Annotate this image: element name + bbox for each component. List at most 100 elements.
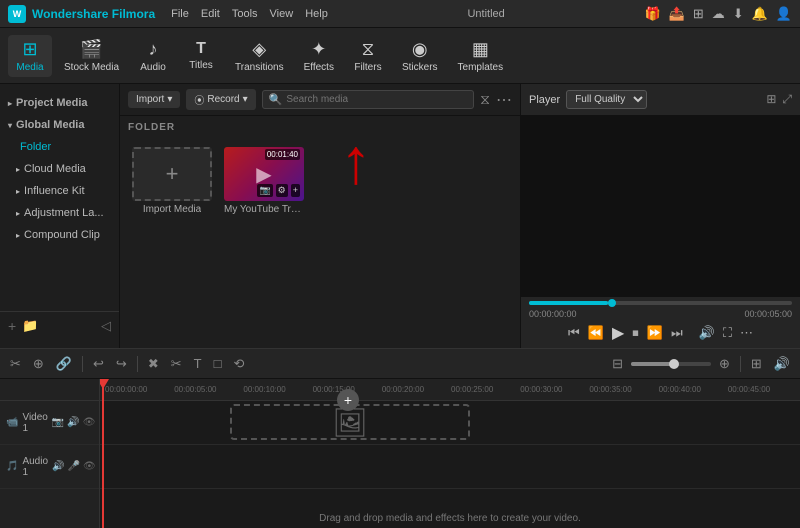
video1-track-icons: 📷 🔊 👁 (52, 417, 96, 428)
ruler-spacer (0, 379, 99, 401)
ruler-1: 00:00:05:00 (173, 385, 242, 394)
titles-icon: T (196, 40, 206, 58)
audio1-eye-icon[interactable]: 👁 (83, 461, 96, 472)
youtube-media-item[interactable]: ▶ 00:01:40 📷 ⚙ + My YouTube Tra... (224, 147, 304, 215)
audio1-mic-icon[interactable]: 🎤 (67, 461, 79, 472)
toolbar-templates[interactable]: ▦ Templates (450, 35, 512, 77)
menu-tools[interactable]: Tools (232, 8, 258, 20)
record-chevron-icon: ▾ (243, 94, 248, 105)
fast-forward-icon[interactable]: ⏩ (647, 325, 663, 341)
skip-back-icon[interactable]: ⏮ (568, 325, 580, 341)
audio-icon: ♪ (149, 39, 158, 60)
tl-grid[interactable]: ⊞ (747, 354, 766, 374)
fullscreen-icon[interactable]: ⤢ (782, 92, 792, 107)
toolbar-transitions[interactable]: ◈ Transitions (227, 35, 292, 77)
audio1-audio-icon[interactable]: 🔊 (52, 461, 64, 472)
tl-delete[interactable]: ✖ (144, 354, 163, 374)
add-folder-icon[interactable]: + (8, 318, 16, 334)
ruler-5: 00:00:25:00 (450, 385, 519, 394)
video1-icon: 📹 (6, 417, 18, 428)
search-box[interactable]: 🔍 (262, 90, 475, 109)
import-media-item[interactable]: + Import Media (132, 147, 212, 215)
video1-eye-icon[interactable]: 👁 (83, 417, 96, 428)
title-center: Untitled (328, 8, 645, 20)
timeline-left-tools: ✂ ⊕ 🔗 ↩ ↪ ✖ ✂ T □ ⟲ (6, 354, 248, 374)
audio1-track-icons: 🔊 🎤 👁 (52, 461, 96, 472)
more-player-icon[interactable]: ⋯ (740, 325, 753, 341)
arrow-icon-influence: ▸ (16, 187, 20, 196)
tl-redo[interactable]: ↪ (112, 354, 131, 374)
toolbar-stickers[interactable]: ◉ Stickers (394, 35, 446, 77)
tl-add-tool[interactable]: ⊕ (29, 354, 48, 374)
arrow-indicator: ↑ (340, 129, 372, 193)
record-button[interactable]: ⦿ Record ▾ (186, 89, 255, 110)
volume-icon[interactable]: 🔊 (699, 325, 715, 341)
sidebar-item-adjustment[interactable]: ▸ Adjustment La... (0, 202, 119, 224)
video-play-icon: ▶ (256, 162, 271, 187)
toolbar-titles[interactable]: T Titles (179, 36, 223, 75)
search-icon: 🔍 (269, 93, 283, 106)
stop-icon[interactable]: ⏹ (632, 325, 639, 341)
timeline-right-tools: ⊟ ⊕ ⊞ 🔊 (608, 354, 794, 374)
menu-help[interactable]: Help (305, 8, 328, 20)
tl-link-tool[interactable]: 🔗 (52, 354, 76, 374)
add-clip-button[interactable]: + (337, 389, 359, 411)
toolbar-media[interactable]: ⊞ Media (8, 35, 52, 77)
search-input[interactable] (286, 94, 467, 105)
grid-view-icon[interactable]: ⊞ (766, 92, 776, 107)
bell-icon: 🔔 (752, 6, 768, 22)
more-icon[interactable]: ⋯ (496, 90, 512, 110)
video1-cam-icon[interactable]: 📷 (52, 417, 64, 428)
track-row-audio1[interactable] (100, 445, 800, 489)
sidebar-item-global-media[interactable]: ▾ Global Media (0, 114, 119, 136)
import-button[interactable]: Import ▾ (128, 91, 180, 108)
play-button[interactable]: ▶ (612, 323, 624, 343)
sidebar-items: ▸ Project Media ▾ Global Media Folder ▸ … (0, 92, 119, 311)
rewind-icon[interactable]: ⏪ (588, 325, 604, 341)
video-duration: 00:01:40 (265, 149, 300, 160)
timeline-scroll-area[interactable]: 00:00:00:00 00:00:05:00 00:00:10:00 00:0… (100, 379, 800, 528)
sidebar-item-compound-clip[interactable]: ▸ Compound Clip (0, 224, 119, 246)
menu-view[interactable]: View (270, 8, 294, 20)
toolbar-filters[interactable]: ⧖ Filters (346, 35, 390, 77)
user-icon: 👤 (776, 6, 792, 22)
media-icon: ⊞ (22, 39, 37, 60)
sidebar-bottom: + 📁 ◁ (0, 311, 119, 340)
sidebar-item-project-media[interactable]: ▸ Project Media (0, 92, 119, 114)
collapse-sidebar-icon[interactable]: ◁ (101, 318, 111, 334)
tl-split[interactable]: ✂ (167, 354, 186, 374)
folder-icon[interactable]: 📁 (22, 318, 38, 334)
sidebar-item-cloud-media[interactable]: ▸ Cloud Media (0, 158, 119, 180)
track-row-video1[interactable]: + 🖼 (100, 401, 800, 445)
progress-bar[interactable] (529, 301, 792, 305)
menu-edit[interactable]: Edit (201, 8, 220, 20)
video1-audio-icon[interactable]: 🔊 (67, 417, 79, 428)
tl-crop[interactable]: □ (210, 354, 226, 373)
tl-zoom-out[interactable]: ⊟ (608, 354, 627, 374)
tl-undo[interactable]: ↩ (89, 354, 108, 374)
zoom-slider[interactable] (631, 362, 711, 366)
tl-cut-tool[interactable]: ✂ (6, 354, 25, 374)
skip-forward-icon[interactable]: ⏭ (671, 325, 683, 341)
tl-rotate[interactable]: ⟲ (229, 354, 248, 374)
filter-icon[interactable]: ⧖ (480, 91, 490, 108)
tl-text[interactable]: T (190, 354, 206, 373)
tl-zoom-in[interactable]: ⊕ (715, 354, 734, 374)
sidebar: ▸ Project Media ▾ Global Media Folder ▸ … (0, 84, 120, 348)
fullscreen-btn[interactable]: ⛶ (723, 325, 732, 341)
toolbar: ⊞ Media 🎬 Stock Media ♪ Audio T Titles ◈… (0, 28, 800, 84)
video-type-icon: 📷 (257, 184, 272, 197)
sidebar-item-influence-kit[interactable]: ▸ Influence Kit (0, 180, 119, 202)
toolbar-effects[interactable]: ✦ Effects (296, 35, 342, 77)
ruler-4: 00:00:20:00 (381, 385, 450, 394)
ruler-marks-container: 00:00:00:00 00:00:05:00 00:00:10:00 00:0… (104, 385, 796, 394)
toolbar-audio[interactable]: ♪ Audio (131, 35, 175, 77)
sidebar-item-folder[interactable]: Folder (0, 136, 119, 158)
gift-icon: 🎁 (644, 6, 660, 22)
tl-audio-wave[interactable]: 🔊 (770, 354, 794, 374)
toolbar-stock-media[interactable]: 🎬 Stock Media (56, 35, 127, 77)
player-icons: ⊞ ⤢ (766, 92, 792, 107)
quality-selector[interactable]: Full Quality (566, 90, 647, 109)
tl-sep-3 (740, 356, 741, 372)
menu-file[interactable]: File (171, 8, 189, 20)
